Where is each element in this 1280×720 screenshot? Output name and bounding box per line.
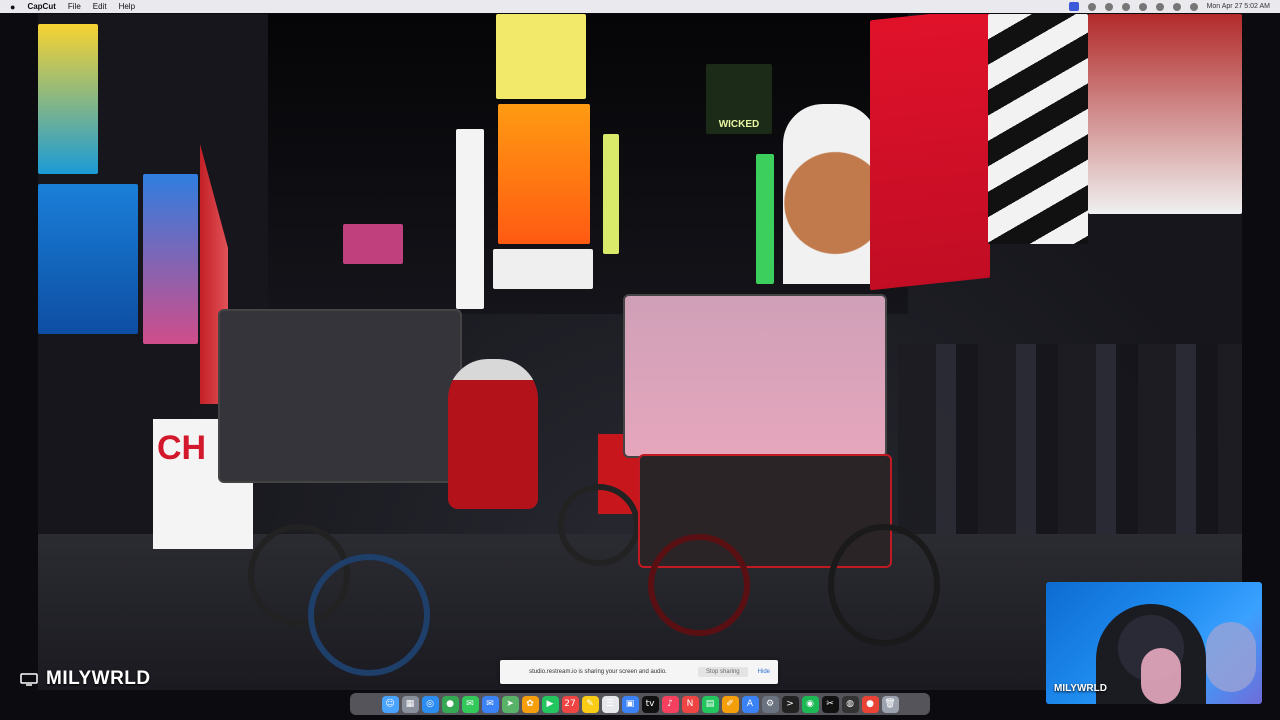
wifi-icon[interactable] <box>1138 2 1147 11</box>
billboard-center-orange <box>498 104 590 244</box>
keynote-icon[interactable]: ▣ <box>621 695 639 713</box>
menu-help[interactable]: Help <box>119 2 135 11</box>
pages-icon[interactable]: ✐ <box>721 695 739 713</box>
apple-menu-icon[interactable]: ● <box>10 2 15 12</box>
chrome2-icon[interactable]: ● <box>861 695 879 713</box>
hide-button[interactable]: Hide <box>758 669 770 675</box>
appletv-icon[interactable]: tv <box>641 695 659 713</box>
pedicab-right-wheel-2 <box>828 524 940 646</box>
billboard-green <box>603 134 619 254</box>
billboard-green-tall <box>756 154 774 284</box>
streamer-tag: MILYWRLD <box>20 668 151 690</box>
billboard-pink-small <box>343 224 403 264</box>
monitor-icon <box>20 672 38 686</box>
creative-cloud-icon[interactable] <box>1087 2 1096 11</box>
dock: ☺ ▦ ◎ ● ✉ ✉ ➤ ✿ ▶ 27 ✎ ☰ ▣ tv ♪ N ▤ ✐ A ⚙ > ◉ ✂ ◍ ● 🗑 <box>350 693 930 715</box>
menu-clock[interactable]: Mon Apr 27 5:02 AM <box>1207 3 1270 10</box>
settings-icon[interactable]: ⚙ <box>761 695 779 713</box>
obs-icon[interactable]: ◍ <box>841 695 859 713</box>
billboard-right <box>1088 14 1242 214</box>
extension-icon[interactable] <box>1104 2 1113 11</box>
billboard-left-2 <box>38 184 138 334</box>
billboard-dome <box>783 104 878 284</box>
billboard-wicked-text: WICKED <box>718 119 760 130</box>
photos-icon[interactable]: ✿ <box>521 695 539 713</box>
santa-figure <box>448 359 538 509</box>
billboard-center-top <box>496 14 586 99</box>
menu-bar: ● CapCut File Edit Help Mon Apr 27 5:02 … <box>0 0 1280 13</box>
pedicab-right-wheel-1 <box>648 534 750 636</box>
pedicab-left-canopy <box>218 309 462 483</box>
news-icon[interactable]: N <box>681 695 699 713</box>
capcut-icon[interactable]: ✂ <box>821 695 839 713</box>
safari-icon[interactable]: ◎ <box>421 695 439 713</box>
messages-icon[interactable]: ✉ <box>461 695 479 713</box>
terminal-icon[interactable]: > <box>781 695 799 713</box>
ch-sign-text: CH <box>157 429 207 467</box>
red-cart-wheel <box>558 484 640 566</box>
facetime-icon[interactable]: ▶ <box>541 695 559 713</box>
numbers-icon[interactable]: ▤ <box>701 695 719 713</box>
plush-toy <box>1206 622 1256 692</box>
pedicab-right-canopy <box>623 294 887 458</box>
streamer-hair <box>1141 648 1181 704</box>
webcam-name-label: MILYWRLD <box>1054 683 1107 694</box>
search-icon[interactable] <box>1155 2 1164 11</box>
screen-share-message: studio.restream.io is sharing your scree… <box>529 669 667 675</box>
finder-icon[interactable]: ☺ <box>381 695 399 713</box>
streamer-name: MILYWRLD <box>46 668 151 689</box>
menu-file[interactable]: File <box>68 2 81 11</box>
siri-icon[interactable] <box>1189 2 1198 11</box>
billboard-wicked: WICKED <box>706 64 772 134</box>
screen-share-status-icon[interactable] <box>1068 2 1079 11</box>
pedicab-left-wheel-2 <box>308 554 430 676</box>
menu-edit[interactable]: Edit <box>93 2 107 11</box>
billboard-stripes <box>988 14 1088 244</box>
trash-icon[interactable]: 🗑 <box>881 695 899 713</box>
reminders-icon[interactable]: ☰ <box>601 695 619 713</box>
calendar-icon[interactable]: 27 <box>561 695 579 713</box>
billboard-center-white <box>493 249 593 289</box>
appstore-icon[interactable]: A <box>741 695 759 713</box>
play-icon[interactable] <box>1121 2 1130 11</box>
chrome-icon[interactable]: ● <box>441 695 459 713</box>
maps-icon[interactable]: ➤ <box>501 695 519 713</box>
billboard-red <box>870 14 990 291</box>
launchpad-icon[interactable]: ▦ <box>401 695 419 713</box>
billboard-left <box>38 24 98 174</box>
spotify-icon[interactable]: ◉ <box>801 695 819 713</box>
stop-sharing-button[interactable]: Stop sharing <box>697 667 748 677</box>
notes-icon[interactable]: ✎ <box>581 695 599 713</box>
webcam-overlay: MILYWRLD <box>1046 582 1262 704</box>
control-center-icon[interactable] <box>1172 2 1181 11</box>
screen-share-bar: studio.restream.io is sharing your scree… <box>500 660 778 684</box>
mail-icon[interactable]: ✉ <box>481 695 499 713</box>
menu-app-name[interactable]: CapCut <box>27 2 55 11</box>
billboard-left-3 <box>143 174 198 344</box>
billboard-tall-white <box>456 129 484 309</box>
music-icon[interactable]: ♪ <box>661 695 679 713</box>
crowd <box>898 344 1242 534</box>
